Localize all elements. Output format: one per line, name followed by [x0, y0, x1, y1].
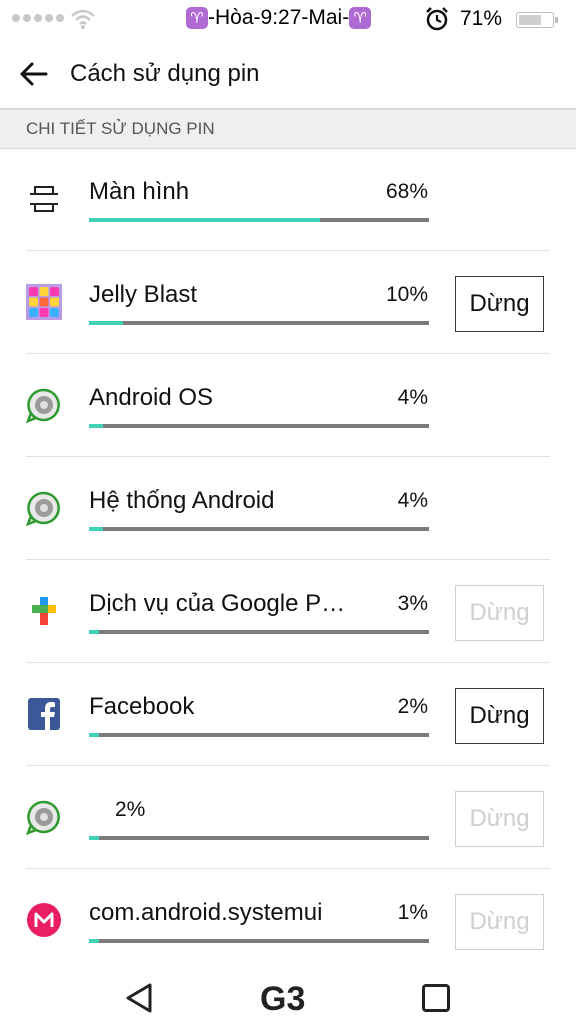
usage-bar	[89, 321, 429, 325]
nav-home-button[interactable]: G3	[258, 978, 318, 1018]
screen-icon	[30, 186, 58, 212]
aries-icon: ♈	[349, 7, 372, 29]
stop-button[interactable]: Dừng	[455, 585, 544, 641]
app-name: Dịch vụ của Google P…	[89, 590, 346, 617]
usage-bar	[89, 733, 429, 737]
usage-bar	[89, 939, 429, 943]
list-item[interactable]: Hệ thống Android 4%	[0, 457, 576, 560]
status-carrier-text: ♈ -Hòa-9:27-Mai- ♈	[186, 6, 372, 30]
list-item[interactable]: 2% Dừng	[0, 766, 576, 869]
usage-percent: 10%	[385, 283, 428, 306]
app-name: Hệ thống Android	[89, 487, 275, 514]
app-bar: Cách sử dụng pin	[0, 40, 576, 110]
jelly-blast-icon	[26, 284, 62, 320]
app-name: com.android.systemui	[89, 899, 323, 926]
battery-icon	[516, 12, 558, 28]
battery-percent: 71%	[460, 7, 503, 30]
stop-button[interactable]: Dừng	[455, 276, 544, 332]
usage-percent: 1%	[397, 901, 428, 924]
app-name: Facebook	[89, 693, 195, 720]
facebook-icon	[28, 698, 60, 730]
page-title: Cách sử dụng pin	[70, 60, 260, 87]
home-logo-text: G3	[260, 980, 305, 1018]
nav-recent-apps-icon[interactable]	[422, 984, 450, 1012]
usage-bar	[89, 218, 429, 222]
usage-percent: 68%	[385, 180, 428, 203]
signal-strength-icon	[12, 14, 64, 22]
list-item[interactable]: Màn hình 68%	[0, 148, 576, 251]
list-item[interactable]: Jelly Blast 10% Dừng	[0, 251, 576, 354]
list-item[interactable]: Facebook 2% Dừng	[0, 663, 576, 766]
android-system-icon	[26, 800, 60, 835]
wifi-icon	[71, 9, 95, 29]
usage-percent: 4%	[397, 489, 428, 512]
google-play-services-icon	[32, 597, 56, 625]
app-name: Màn hình	[89, 178, 190, 205]
usage-percent: 2%	[115, 798, 146, 821]
usage-bar	[89, 836, 429, 840]
usage-percent: 3%	[397, 592, 428, 615]
stop-button[interactable]: Dừng	[455, 894, 544, 950]
app-name: Android OS	[89, 384, 214, 411]
list-item[interactable]: Android OS 4%	[0, 354, 576, 457]
aries-icon: ♈	[186, 7, 208, 29]
status-bar: ♈ -Hòa-9:27-Mai- ♈ 71%	[0, 0, 576, 40]
systemui-icon	[27, 903, 61, 937]
usage-percent: 4%	[397, 386, 428, 409]
status-title-text: -Hòa-9:27-Mai-	[208, 6, 350, 29]
nav-back-icon[interactable]	[124, 982, 154, 1014]
navigation-bar: G3	[0, 970, 576, 1024]
section-header: CHI TIẾT SỬ DỤNG PIN	[0, 110, 576, 149]
usage-bar	[89, 527, 429, 531]
list-item[interactable]: com.android.systemui 1% Dừng	[0, 869, 576, 972]
usage-percent: 2%	[397, 695, 428, 718]
list-item[interactable]: Dịch vụ của Google P… 3% Dừng	[0, 560, 576, 663]
section-label: CHI TIẾT SỬ DỤNG PIN	[26, 119, 215, 138]
usage-bar	[89, 424, 429, 428]
usage-bar	[89, 630, 429, 634]
stop-button[interactable]: Dừng	[455, 791, 544, 847]
stop-button[interactable]: Dừng	[455, 688, 544, 744]
android-system-icon	[26, 491, 60, 526]
back-arrow-icon[interactable]	[18, 58, 50, 90]
app-name: Jelly Blast	[89, 281, 198, 308]
alarm-clock-icon	[426, 7, 448, 31]
battery-usage-list: Màn hình 68% Jelly Blast 10% Dừng Androi…	[0, 148, 576, 972]
android-system-icon	[26, 388, 60, 423]
